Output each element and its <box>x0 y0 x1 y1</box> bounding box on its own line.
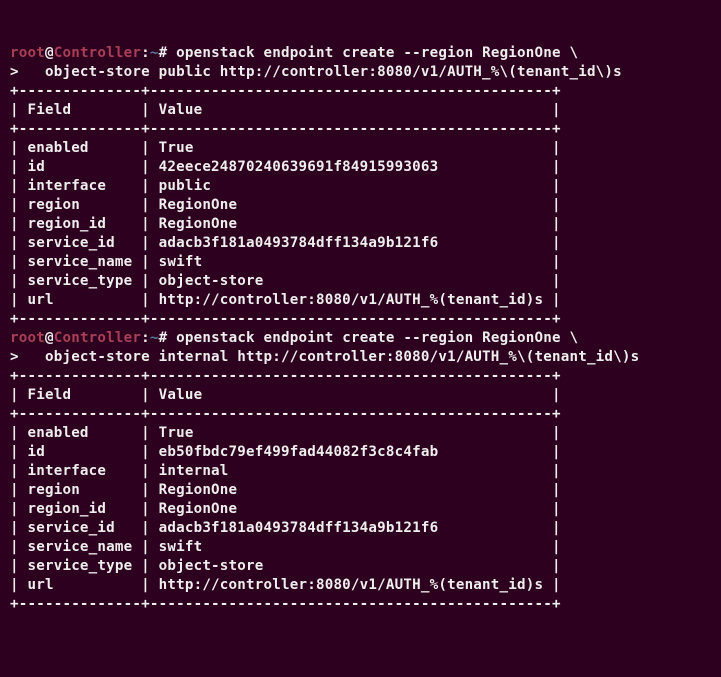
terminal-output: root@Controller:~# openstack endpoint cr… <box>10 44 711 614</box>
